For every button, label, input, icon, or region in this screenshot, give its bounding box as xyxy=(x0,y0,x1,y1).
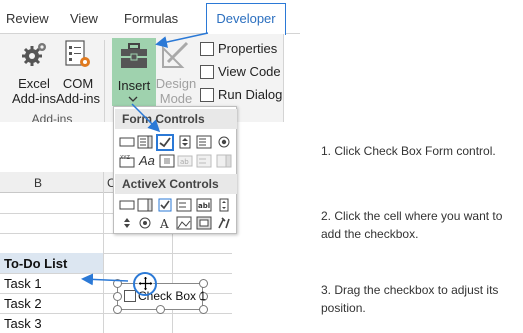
scroll-bar-control-icon[interactable] xyxy=(159,154,175,168)
svg-text:XYZ: XYZ xyxy=(120,155,130,161)
design-mode-label-line2: Mode xyxy=(159,91,193,106)
tab-view[interactable]: View xyxy=(70,11,98,26)
text-field-control-icon[interactable]: ab xyxy=(177,154,193,168)
instruction-step-3: 3. Drag the checkbox to adjust its posit… xyxy=(321,283,499,315)
move-cursor-icon xyxy=(137,275,154,292)
cell-task-3: Task 3 xyxy=(4,316,42,331)
activex-label-icon[interactable]: A xyxy=(157,216,173,230)
com-addins-label-line2: Add-ins xyxy=(55,91,101,106)
run-dialog-icon xyxy=(200,88,214,102)
combo-box-control-icon[interactable] xyxy=(137,135,153,149)
cell-task-1: Task 1 xyxy=(4,276,42,291)
instruction-step-2: 2. Click the cell where you want to add … xyxy=(321,209,503,241)
tab-formulas[interactable]: Formulas xyxy=(124,11,178,26)
com-addins-icon xyxy=(65,40,90,67)
insert-controls-dropdown: Form Controls XYZ Aa ab ActiveX Controls… xyxy=(113,106,237,234)
activex-check-box-icon[interactable] xyxy=(157,198,173,212)
resize-handle[interactable] xyxy=(113,305,122,314)
insert-label: Insert xyxy=(117,78,151,93)
view-code-icon xyxy=(200,65,214,79)
activex-option-button-icon[interactable] xyxy=(137,216,153,230)
activex-text-box-icon[interactable]: abl xyxy=(196,198,212,212)
grid-line xyxy=(0,273,232,274)
activex-spin-button-icon[interactable] xyxy=(119,216,135,230)
resize-handle[interactable] xyxy=(199,279,208,288)
properties-icon xyxy=(200,42,214,56)
resize-handle[interactable] xyxy=(156,305,165,314)
tab-developer[interactable]: Developer xyxy=(206,3,286,35)
cell-todo-list: To-Do List xyxy=(4,256,68,271)
view-code-button[interactable]: View Code xyxy=(218,64,281,79)
properties-button[interactable]: Properties xyxy=(218,41,277,56)
excel-addins-label-line1: Excel xyxy=(18,76,50,91)
design-mode-button[interactable] xyxy=(160,40,190,70)
run-dialog-button[interactable]: Run Dialog xyxy=(218,87,282,102)
design-mode-icon xyxy=(162,41,189,68)
checkbox-square[interactable] xyxy=(124,290,136,302)
combo-dropdown-edit-control-icon[interactable] xyxy=(216,154,232,168)
activex-controls-header: ActiveX Controls xyxy=(115,174,237,194)
cell-task-2: Task 2 xyxy=(4,296,42,311)
activex-scroll-bar-icon[interactable] xyxy=(216,198,232,212)
toolbox-icon xyxy=(121,43,147,68)
resize-handle[interactable] xyxy=(113,292,122,301)
option-button-control-icon[interactable] xyxy=(216,135,232,149)
com-addins-label-line1: COM xyxy=(62,76,94,91)
svg-text:A: A xyxy=(159,217,169,230)
resize-handle[interactable] xyxy=(199,305,208,314)
gear-icon xyxy=(22,43,46,66)
group-box-control-icon[interactable]: XYZ xyxy=(119,154,135,168)
form-controls-header: Form Controls xyxy=(115,109,237,129)
chevron-down-icon xyxy=(128,96,138,102)
instruction-step-1: 1. Click Check Box Form control. xyxy=(321,144,496,158)
ribbon-separator xyxy=(104,40,105,124)
activex-combo-box-icon[interactable] xyxy=(137,198,153,212)
resize-handle[interactable] xyxy=(113,279,122,288)
com-addins-button[interactable] xyxy=(64,40,92,70)
combo-list-edit-control-icon[interactable] xyxy=(196,154,212,168)
excel-addins-label-line2: Add-ins xyxy=(11,91,57,106)
activex-toggle-button-icon[interactable] xyxy=(196,216,212,230)
list-box-control-icon[interactable] xyxy=(196,135,212,149)
check-box-form-control-icon[interactable] xyxy=(156,134,174,151)
design-mode-label-line1: Design xyxy=(155,76,197,91)
insert-controls-button[interactable]: Insert xyxy=(112,38,156,106)
svg-text:ab: ab xyxy=(180,158,189,166)
label-control-icon[interactable]: Aa xyxy=(139,153,155,168)
button-control-icon[interactable] xyxy=(119,135,135,149)
spin-button-control-icon[interactable] xyxy=(177,135,193,149)
svg-text:abl: abl xyxy=(198,202,210,210)
activex-more-controls-icon[interactable] xyxy=(216,216,232,230)
activex-list-box-icon[interactable] xyxy=(176,198,192,212)
column-header-b[interactable]: B xyxy=(34,176,42,190)
activex-button-icon[interactable] xyxy=(119,198,135,212)
excel-addins-button[interactable] xyxy=(22,40,48,68)
activex-image-icon[interactable] xyxy=(176,216,192,230)
tab-review[interactable]: Review xyxy=(6,11,49,26)
